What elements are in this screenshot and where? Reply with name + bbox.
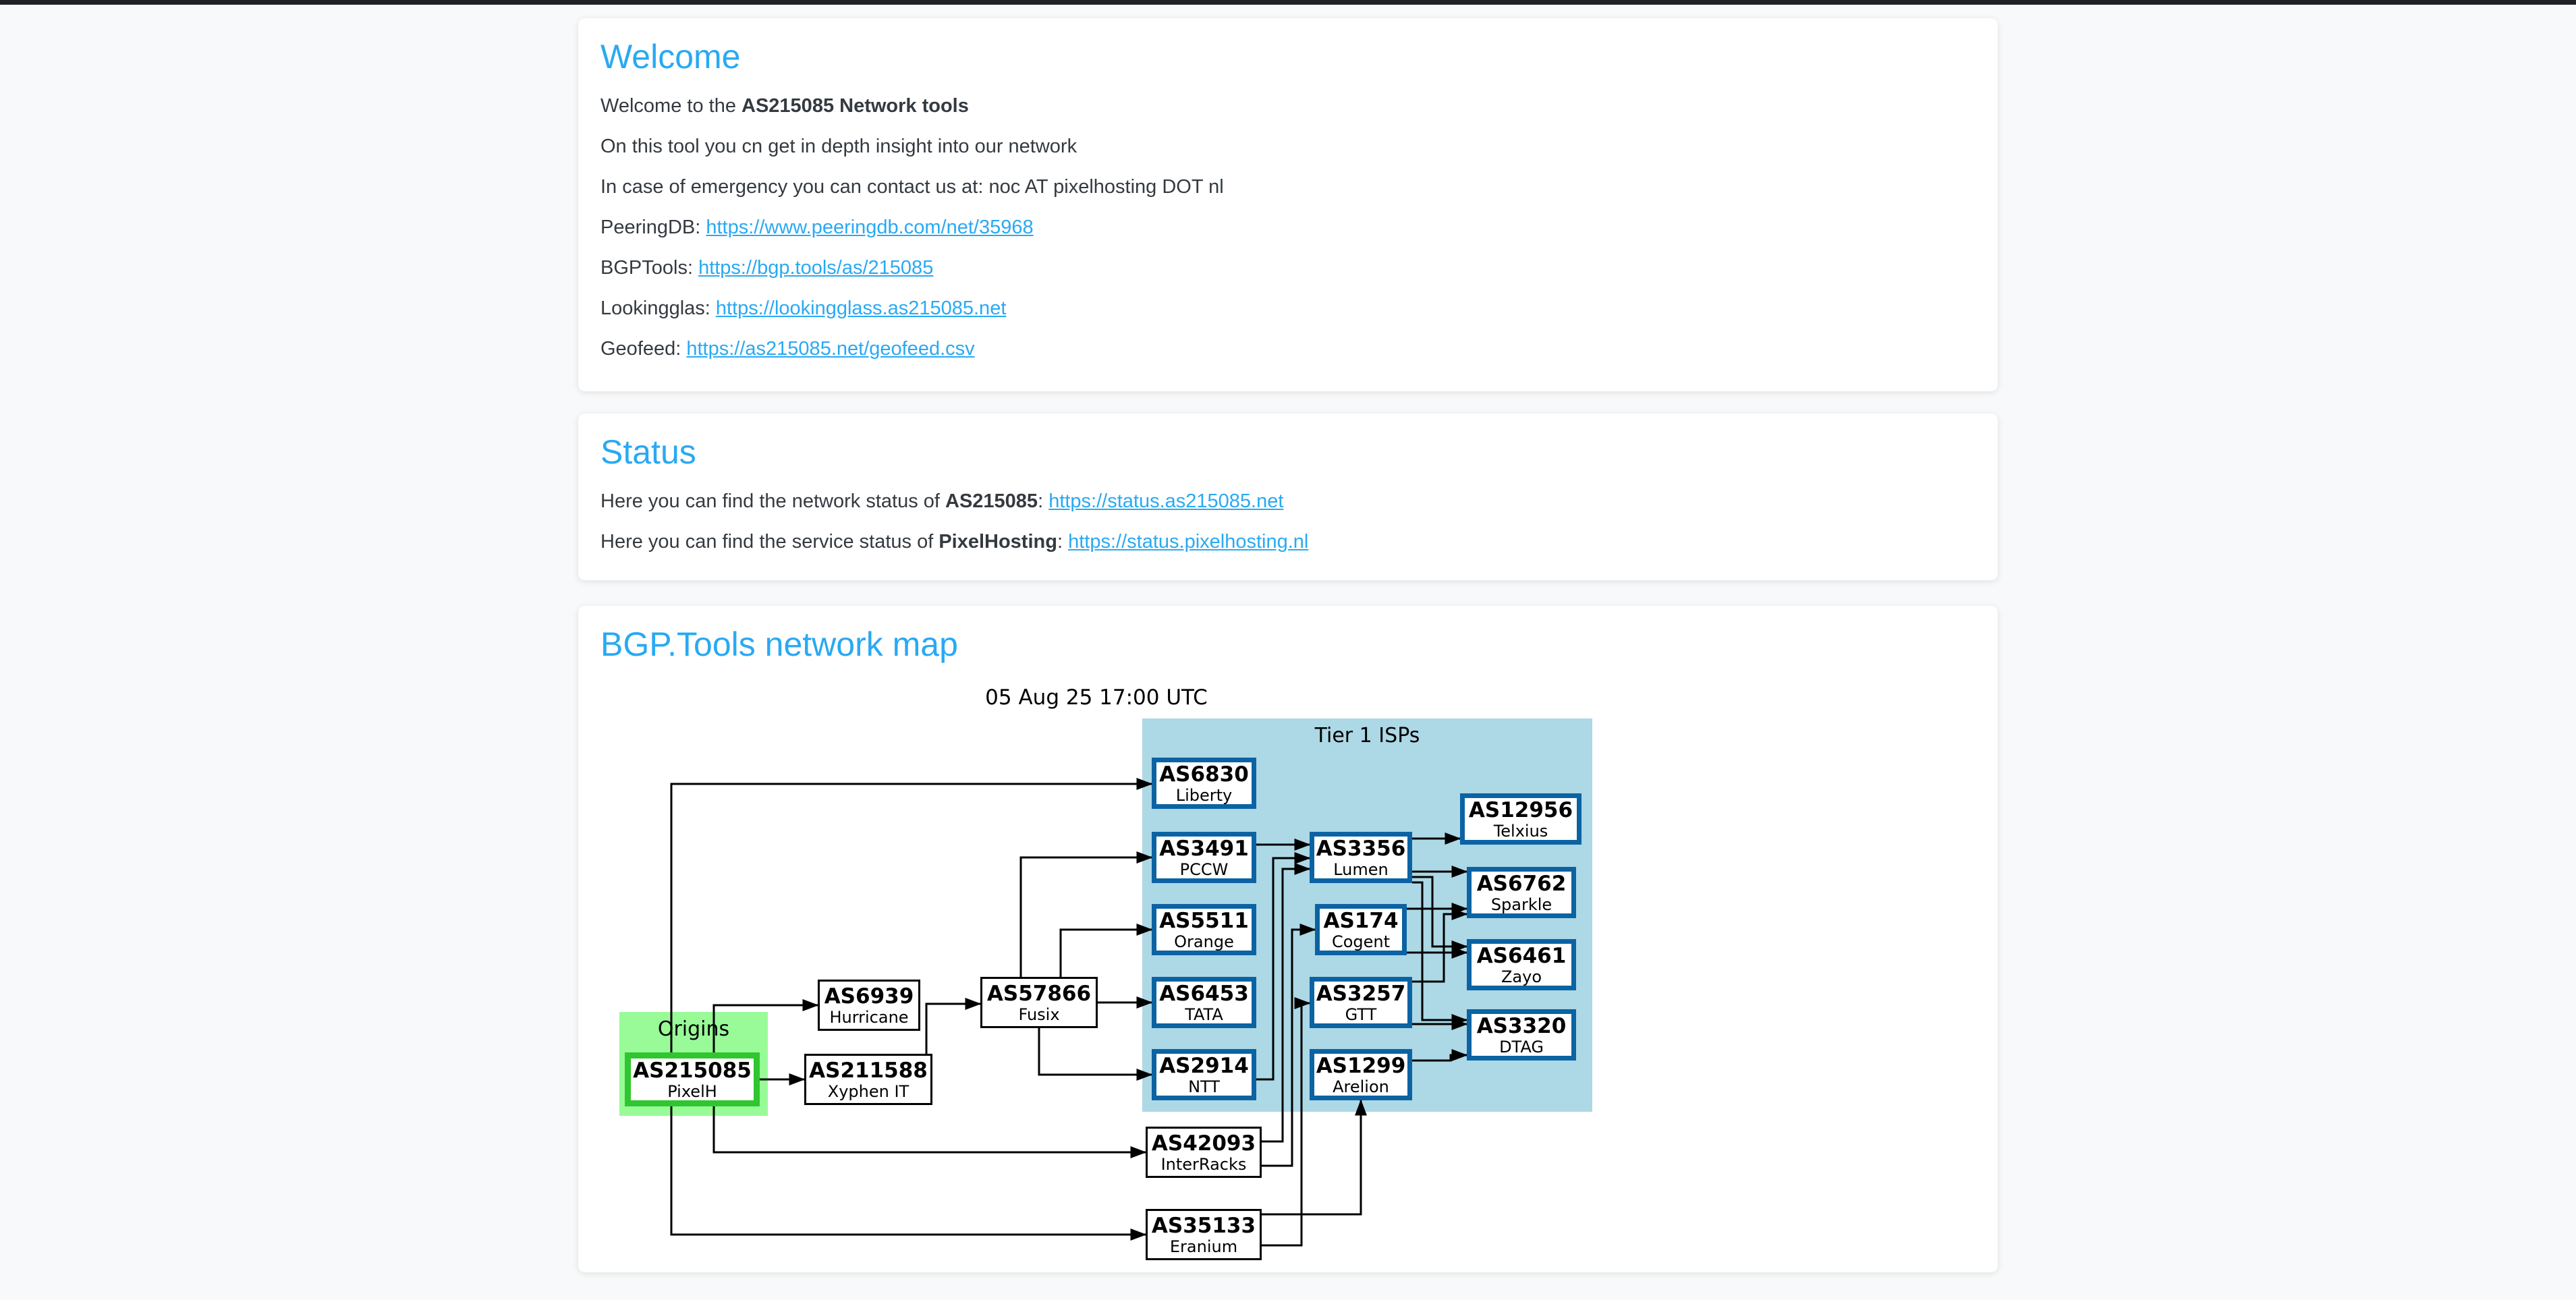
- node-as174: AS174Cogent: [1315, 904, 1407, 955]
- tier1-cluster-label: Tier 1 ISPs: [1142, 718, 1592, 747]
- node-as6762-name: Sparkle: [1491, 896, 1552, 914]
- node-as215085-asn: AS215085: [633, 1058, 752, 1083]
- node-as3320-name: DTAG: [1499, 1038, 1544, 1056]
- node-as5511-name: Orange: [1174, 933, 1234, 951]
- node-as6830: AS6830Liberty: [1152, 758, 1256, 809]
- node-as35133: AS35133Eranium: [1146, 1209, 1262, 1260]
- edge-AS57866-AS3491: [1021, 857, 1152, 977]
- node-as2914-asn: AS2914: [1159, 1054, 1249, 1078]
- node-as6762: AS6762Sparkle: [1467, 867, 1576, 918]
- node-as6453: AS6453TATA: [1152, 977, 1256, 1028]
- node-as1299-name: Arelion: [1333, 1078, 1389, 1096]
- node-as3320-asn: AS3320: [1477, 1014, 1567, 1038]
- node-as12956-asn: AS12956: [1469, 798, 1573, 822]
- node-as12956: AS12956Telxius: [1460, 793, 1581, 845]
- node-as3491-asn: AS3491: [1159, 837, 1249, 861]
- node-as42093: AS42093InterRacks: [1146, 1127, 1262, 1178]
- map-timestamp: 05 Aug 25 17:00 UTC: [600, 685, 1592, 710]
- node-as6830-name: Liberty: [1176, 787, 1233, 805]
- node-as3356-asn: AS3356: [1316, 837, 1406, 861]
- node-as2914: AS2914NTT: [1152, 1049, 1256, 1100]
- node-as174-name: Cogent: [1332, 933, 1390, 951]
- node-as42093-name: InterRacks: [1161, 1156, 1247, 1174]
- origins-cluster-label: Origins: [619, 1012, 768, 1041]
- node-as12956-name: Telxius: [1494, 822, 1548, 841]
- node-as35133-asn: AS35133: [1152, 1214, 1256, 1238]
- edge-AS211588-AS57866: [926, 1004, 980, 1054]
- node-as211588-asn: AS211588: [809, 1058, 928, 1083]
- node-as57866-asn: AS57866: [987, 982, 1091, 1006]
- edge-AS57866-AS5511: [1061, 930, 1152, 977]
- bgp-network-diagram: 05 Aug 25 17:00 UTC Tier 1 ISPs Origins: [0, 0, 2576, 1300]
- node-as5511-asn: AS5511: [1159, 909, 1249, 933]
- edge-AS215085-AS42093: [714, 1106, 1146, 1152]
- node-as57866: AS57866Fusix: [980, 977, 1098, 1028]
- node-as1299: AS1299Arelion: [1310, 1049, 1412, 1100]
- node-as3320: AS3320DTAG: [1467, 1009, 1576, 1061]
- node-as6939-name: Hurricane: [829, 1009, 908, 1027]
- edge-AS57866-AS2914: [1039, 1028, 1152, 1075]
- node-as5511: AS5511Orange: [1152, 904, 1256, 955]
- node-as211588: AS211588Xyphen IT: [804, 1054, 932, 1105]
- node-as3257-asn: AS3257: [1316, 982, 1406, 1006]
- node-as3257: AS3257GTT: [1310, 977, 1412, 1028]
- node-as215085: AS215085PixelH: [625, 1052, 760, 1106]
- node-as6762-asn: AS6762: [1477, 872, 1567, 896]
- node-as3356: AS3356Lumen: [1310, 832, 1412, 883]
- edge-AS215085-AS35133: [671, 1106, 1146, 1235]
- node-as211588-name: Xyphen IT: [828, 1083, 909, 1101]
- node-as35133-name: Eranium: [1170, 1238, 1237, 1256]
- node-as3257-name: GTT: [1345, 1006, 1377, 1024]
- edge-AS35133-AS1299: [1262, 1100, 1361, 1214]
- node-as57866-name: Fusix: [1018, 1006, 1059, 1024]
- node-as3491: AS3491PCCW: [1152, 832, 1256, 883]
- node-as6461-name: Zayo: [1501, 968, 1542, 986]
- node-as42093-asn: AS42093: [1152, 1131, 1256, 1156]
- node-as6830-asn: AS6830: [1159, 762, 1249, 787]
- node-as3356-name: Lumen: [1333, 861, 1389, 879]
- node-as215085-name: PixelH: [667, 1083, 717, 1101]
- node-as2914-name: NTT: [1188, 1078, 1220, 1096]
- node-as3491-name: PCCW: [1180, 861, 1229, 879]
- node-as6461: AS6461Zayo: [1467, 939, 1576, 990]
- node-as6461-asn: AS6461: [1477, 944, 1567, 968]
- node-as6453-name: TATA: [1185, 1006, 1223, 1024]
- node-as6453-asn: AS6453: [1159, 982, 1249, 1006]
- node-as174-asn: AS174: [1323, 909, 1398, 933]
- node-as6939: AS6939Hurricane: [818, 980, 920, 1031]
- node-as1299-asn: AS1299: [1316, 1054, 1406, 1078]
- node-as6939-asn: AS6939: [824, 984, 914, 1009]
